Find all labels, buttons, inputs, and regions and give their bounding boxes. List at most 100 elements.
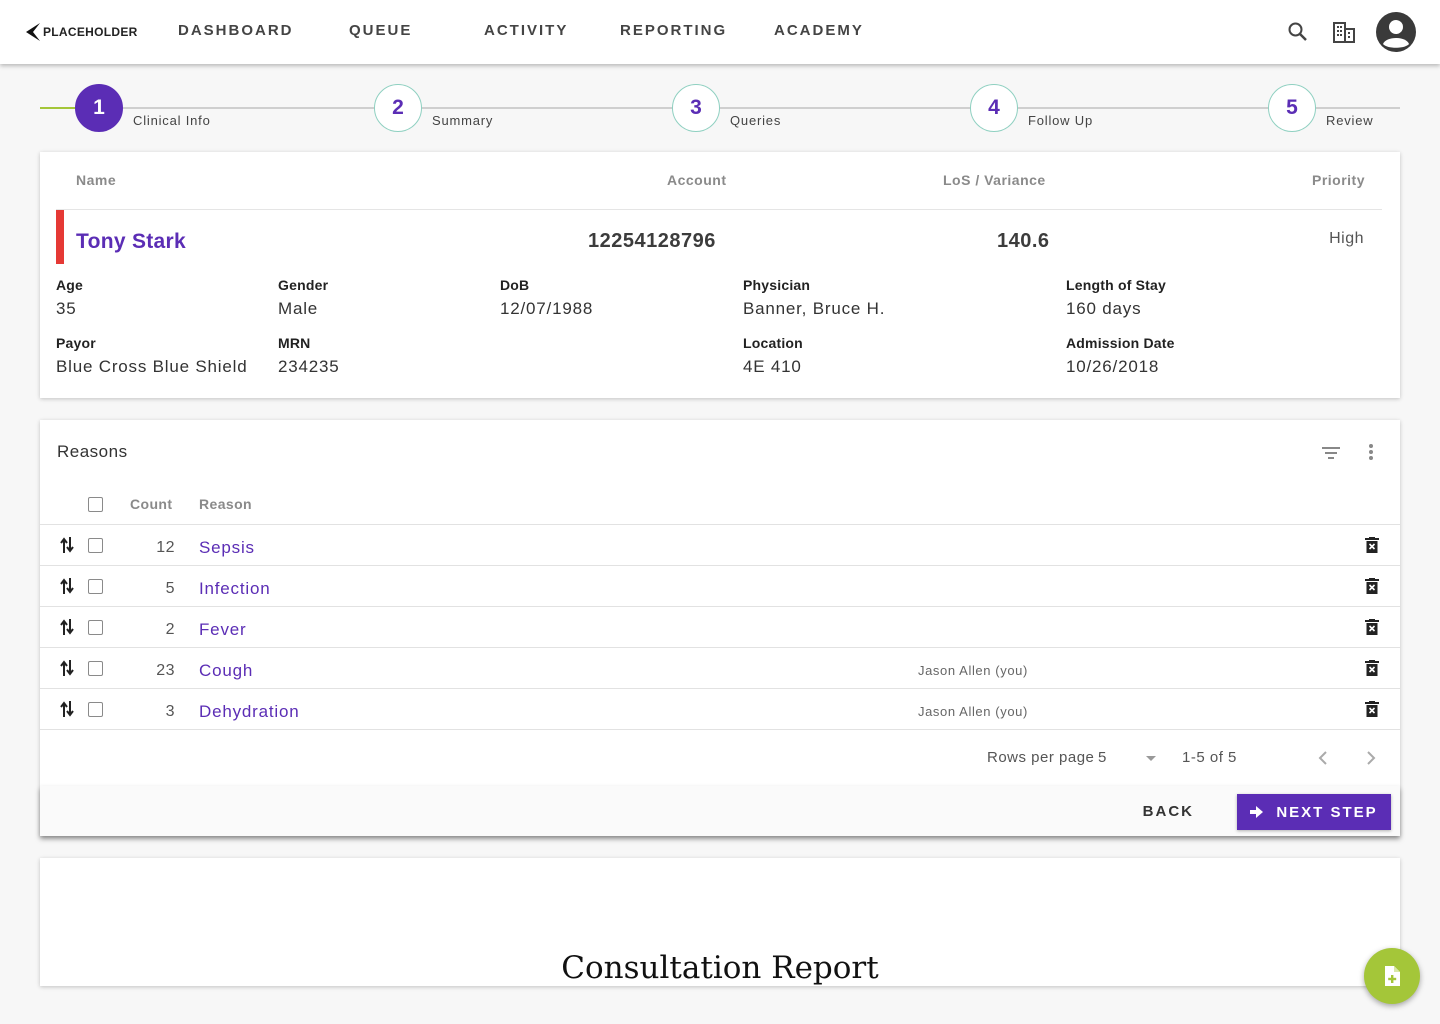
- step-label: Queries: [730, 113, 782, 128]
- row-reason-link[interactable]: Fever: [199, 620, 246, 640]
- reorder-icon[interactable]: [60, 659, 74, 677]
- search-icon[interactable]: [1286, 20, 1310, 44]
- dob-value: 12/07/1988: [500, 299, 594, 318]
- location-label: Location: [743, 335, 803, 351]
- row-reason-link[interactable]: Infection: [199, 579, 270, 599]
- app-logo[interactable]: PLACEHOLDER: [24, 20, 138, 44]
- top-nav-bar: PLACEHOLDER DASHBOARD QUEUE ACTIVITY REP…: [0, 0, 1440, 64]
- step-label: Review: [1326, 113, 1374, 128]
- header-los-variance: LoS / Variance: [943, 172, 1046, 188]
- dropdown-arrow-icon[interactable]: [1145, 756, 1157, 762]
- step-queries[interactable]: 3 Queries: [672, 84, 781, 132]
- patient-card: Name Account LoS / Variance Priority Ton…: [40, 152, 1400, 398]
- reorder-icon[interactable]: [60, 700, 74, 718]
- row-checkbox[interactable]: [88, 579, 103, 594]
- step-clinical-info[interactable]: 1 Clinical Info: [75, 84, 211, 132]
- delete-icon[interactable]: [1365, 619, 1379, 635]
- pagination-range: 1-5 of 5: [1182, 749, 1237, 766]
- nav-reporting[interactable]: REPORTING: [620, 22, 727, 39]
- step-summary[interactable]: 2 Summary: [374, 84, 493, 132]
- length-of-stay-value: 160 days: [1066, 299, 1142, 318]
- arrow-right-icon: [1250, 806, 1264, 818]
- header-name: Name: [76, 172, 117, 188]
- table-row[interactable]: 23 Cough Jason Allen (you): [40, 648, 1400, 689]
- mrn-value: 234235: [278, 357, 340, 376]
- wizard-action-bar: BACK NEXT STEP: [40, 786, 1400, 836]
- table-row[interactable]: 2 Fever: [40, 607, 1400, 648]
- table-row[interactable]: 12 Sepsis: [40, 525, 1400, 566]
- step-review[interactable]: 5 Review: [1268, 84, 1373, 132]
- header-priority: Priority: [1311, 172, 1365, 188]
- account-number: 12254128796: [588, 230, 716, 252]
- more-options-icon[interactable]: [1367, 443, 1375, 461]
- nav-academy[interactable]: ACADEMY: [774, 22, 864, 39]
- next-step-label: NEXT STEP: [1276, 803, 1378, 821]
- row-checkbox[interactable]: [88, 538, 103, 553]
- admission-date-label: Admission Date: [1066, 335, 1175, 351]
- row-count: 5: [165, 580, 175, 597]
- step-label: Summary: [432, 113, 494, 128]
- back-button[interactable]: BACK: [1143, 803, 1194, 820]
- column-header-reason[interactable]: Reason: [199, 496, 252, 512]
- note-add-icon: [1385, 966, 1400, 986]
- table-row[interactable]: 3 Dehydration Jason Allen (you): [40, 689, 1400, 730]
- column-header-count[interactable]: Count: [130, 496, 172, 512]
- step-label: Follow Up: [1028, 113, 1093, 128]
- account-icon[interactable]: [1375, 11, 1417, 53]
- logo-arrow-icon: [26, 23, 40, 41]
- delete-icon[interactable]: [1365, 537, 1379, 553]
- header-divider: [56, 209, 1382, 210]
- reorder-icon[interactable]: [60, 618, 74, 636]
- row-count: 23: [156, 662, 175, 679]
- chevron-right-icon[interactable]: [1366, 751, 1376, 765]
- mrn-label: MRN: [278, 335, 311, 351]
- payor-label: Payor: [56, 335, 96, 351]
- nav-queue[interactable]: QUEUE: [349, 22, 412, 39]
- patient-name[interactable]: Tony Stark: [76, 230, 186, 254]
- select-all-checkbox[interactable]: [88, 497, 103, 512]
- priority-indicator-bar: [56, 210, 64, 264]
- add-document-button[interactable]: [1364, 948, 1420, 1004]
- age-label: Age: [56, 277, 84, 293]
- row-count: 2: [165, 621, 175, 638]
- reasons-title: Reasons: [57, 442, 128, 461]
- row-user: Jason Allen (you): [918, 704, 1028, 719]
- length-of-stay-label: Length of Stay: [1066, 277, 1167, 293]
- document-preview: Consultation Report: [40, 858, 1400, 986]
- building-icon[interactable]: [1333, 21, 1355, 43]
- physician-value: Banner, Bruce H.: [743, 299, 886, 318]
- stepper-progress-line: [40, 107, 80, 109]
- reorder-icon[interactable]: [60, 577, 74, 595]
- rows-per-page-select[interactable]: 5: [1098, 749, 1107, 766]
- row-reason-link[interactable]: Dehydration: [199, 702, 299, 722]
- nav-dashboard[interactable]: DASHBOARD: [178, 22, 294, 39]
- admission-date-value: 10/26/2018: [1066, 357, 1160, 376]
- step-number: 4: [970, 84, 1018, 132]
- next-step-button[interactable]: NEXT STEP: [1237, 794, 1391, 830]
- row-reason-link[interactable]: Sepsis: [199, 538, 255, 558]
- age-value: 35: [56, 299, 77, 318]
- row-checkbox[interactable]: [88, 661, 103, 676]
- delete-icon[interactable]: [1365, 578, 1379, 594]
- row-checkbox[interactable]: [88, 702, 103, 717]
- nav-activity[interactable]: ACTIVITY: [484, 22, 568, 39]
- document-title: Consultation Report: [561, 950, 879, 986]
- row-checkbox[interactable]: [88, 620, 103, 635]
- delete-icon[interactable]: [1365, 660, 1379, 676]
- delete-icon[interactable]: [1365, 701, 1379, 717]
- logo-text: PLACEHOLDER: [43, 25, 138, 39]
- filter-icon[interactable]: [1321, 445, 1341, 461]
- location-value: 4E 410: [743, 357, 802, 376]
- reorder-icon[interactable]: [60, 536, 74, 554]
- payor-value: Blue Cross Blue Shield: [56, 357, 248, 376]
- gender-value: Male: [278, 299, 319, 318]
- step-number: 1: [75, 84, 123, 132]
- gender-label: Gender: [278, 277, 329, 293]
- dob-label: DoB: [500, 277, 530, 293]
- row-reason-link[interactable]: Cough: [199, 661, 253, 681]
- table-row[interactable]: 5 Infection: [40, 566, 1400, 607]
- step-follow-up[interactable]: 4 Follow Up: [970, 84, 1093, 132]
- chevron-left-icon[interactable]: [1318, 751, 1328, 765]
- step-number: 2: [374, 84, 422, 132]
- reasons-card: Reasons Count Reason 12 Sepsis 5 Infecti…: [40, 420, 1400, 836]
